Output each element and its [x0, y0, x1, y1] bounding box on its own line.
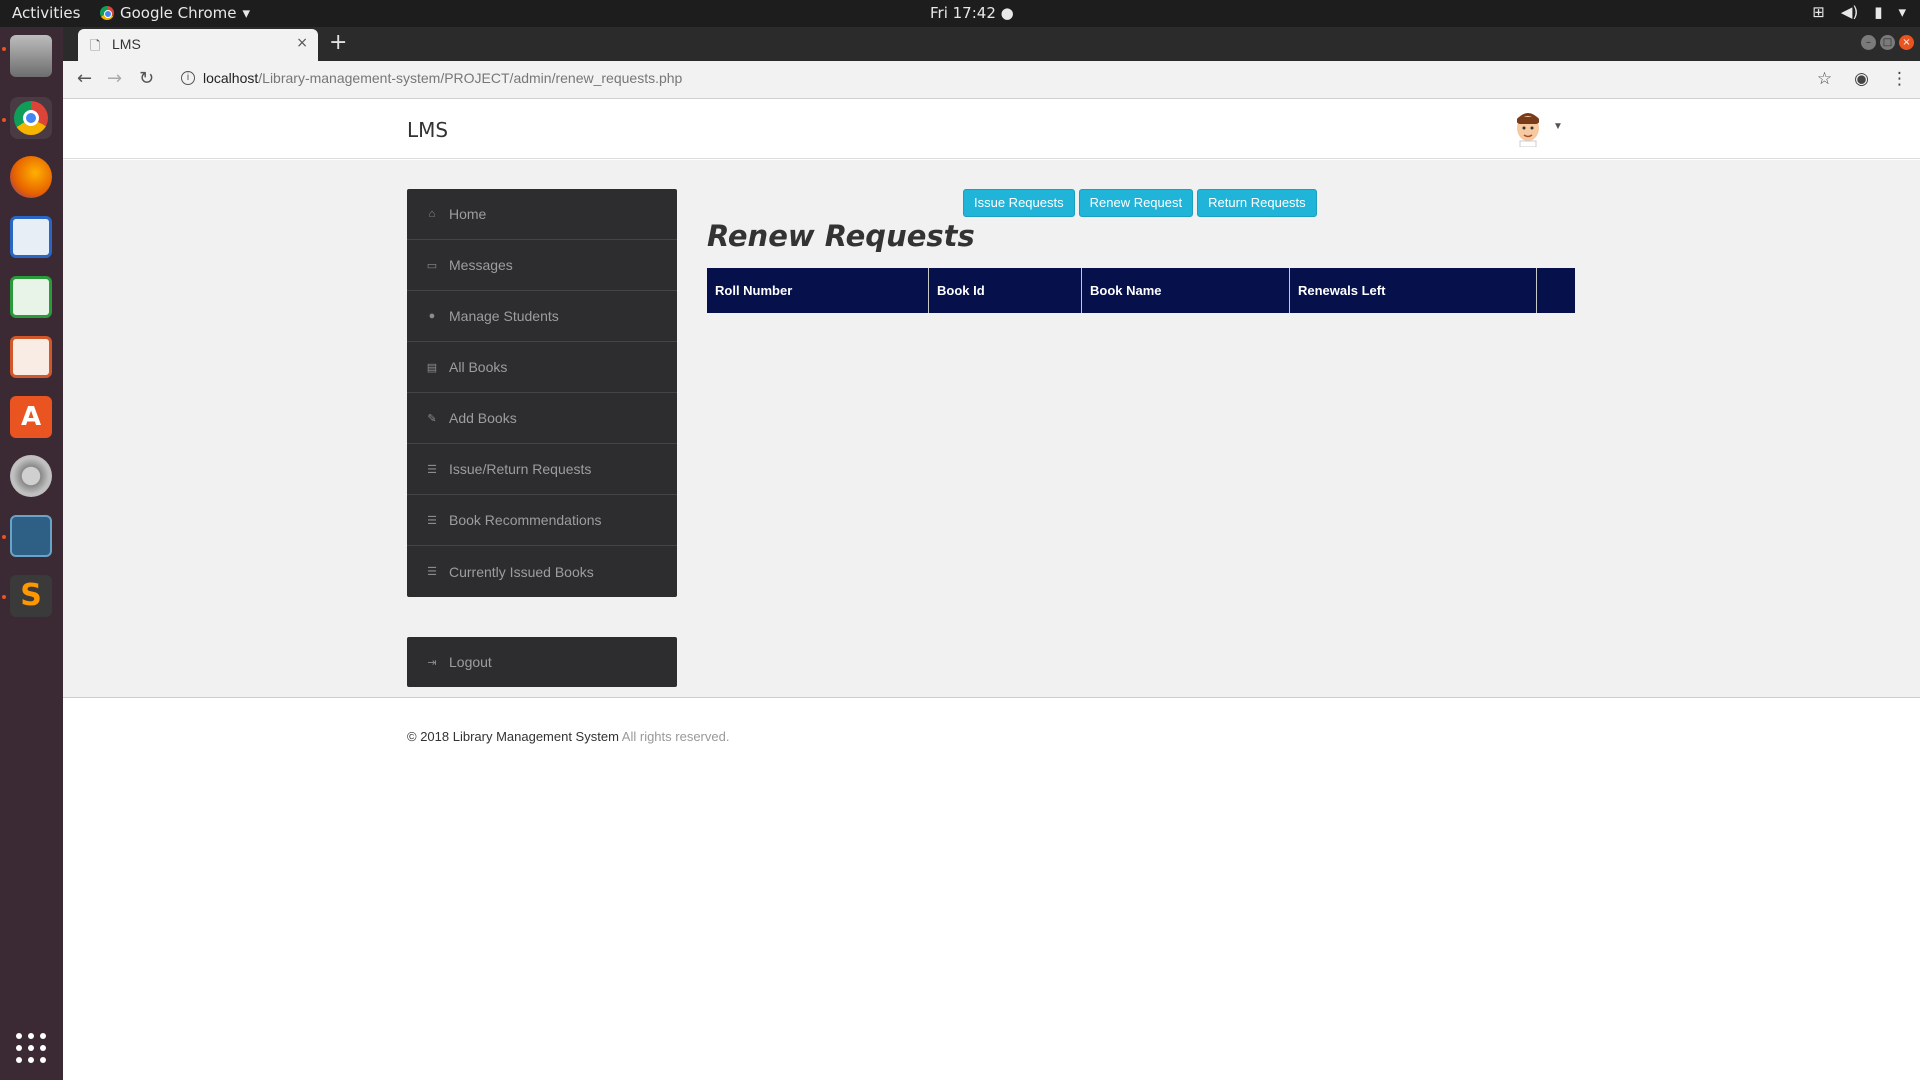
volume-icon: ◀) [1840, 3, 1859, 21]
address-bar[interactable]: i localhost /Library-management-system/P… [181, 70, 682, 86]
renew-requests-table-header: Roll Number Book Id Book Name Renewals L… [707, 268, 1575, 313]
sidebar-item-label: Home [449, 206, 487, 222]
tab-title: LMS [112, 36, 141, 52]
brand-logo[interactable]: LMS [407, 118, 448, 142]
tab-close-icon[interactable]: × [296, 35, 308, 51]
document-icon: 🗋 [90, 39, 101, 54]
issue-requests-button[interactable]: Issue Requests [963, 189, 1075, 217]
list-icon: ☰ [427, 566, 437, 578]
site-header: LMS ▼ [63, 99, 1920, 159]
minimize-button[interactable]: – [1861, 35, 1876, 50]
sidebar-nav: ⌂ Home ▭ Messages ● Manage Students ▤ Al… [407, 189, 677, 597]
writer-icon[interactable] [10, 216, 52, 258]
footer-rights: All rights reserved. [618, 729, 730, 744]
page-title: Renew Requests [707, 219, 975, 253]
sidebar-item-messages[interactable]: ▭ Messages [407, 240, 677, 291]
calc-icon[interactable] [10, 276, 52, 318]
browser-toolbar: ← → ↻ i localhost /Library-management-sy… [63, 61, 1920, 99]
list-icon: ☰ [427, 514, 437, 527]
return-requests-button[interactable]: Return Requests [1197, 189, 1317, 217]
sidebar-item-issue-return-requests[interactable]: ☰ Issue/Return Requests [407, 444, 677, 495]
mysql-workbench-icon[interactable] [10, 515, 52, 557]
dock: A S [0, 27, 63, 1080]
footer-copyright: © 2018 Library Management System [407, 729, 619, 744]
column-header-renewals-left: Renewals Left [1290, 268, 1537, 313]
firefox-icon[interactable] [10, 156, 52, 198]
book-icon: ▤ [426, 361, 438, 374]
sidebar-item-label: All Books [449, 359, 508, 375]
browser-tab-strip: 🗋 LMS × + – □ × [63, 27, 1920, 61]
reload-icon[interactable]: ↻ [139, 68, 154, 89]
window-controls: – □ × [1861, 35, 1914, 50]
column-header-book-id: Book Id [929, 268, 1082, 313]
running-indicator [2, 595, 6, 599]
sidebar-item-label: Messages [449, 257, 513, 273]
chevron-down-icon: ▾ [1898, 3, 1906, 21]
sidebar-item-book-recommendations[interactable]: ☰ Book Recommendations [407, 495, 677, 546]
software-center-icon[interactable]: A [10, 396, 52, 438]
profile-icon[interactable]: ◉ [1854, 69, 1869, 89]
column-header-book-name: Book Name [1082, 268, 1290, 313]
clock[interactable]: Fri 17:42 ● [930, 4, 1014, 22]
activities-button[interactable]: Activities [12, 4, 80, 22]
sidebar-item-label: Add Books [449, 410, 517, 426]
files-icon[interactable] [10, 35, 52, 77]
user-menu-caret-icon[interactable]: ▼ [1553, 121, 1563, 132]
browser-tab[interactable]: 🗋 LMS × [78, 29, 318, 61]
new-tab-button[interactable]: + [329, 30, 347, 55]
close-window-button[interactable]: × [1899, 35, 1914, 50]
sidebar-item-currently-issued-books[interactable]: ☰ Currently Issued Books [407, 546, 677, 597]
sidebar-item-label: Issue/Return Requests [449, 461, 592, 477]
impress-icon[interactable] [10, 336, 52, 378]
sidebar-item-label: Book Recommendations [449, 512, 602, 528]
sidebar-item-all-books[interactable]: ▤ All Books [407, 342, 677, 393]
sublime-text-icon[interactable]: S [10, 575, 52, 617]
url-path: /Library-management-system/PROJECT/admin… [258, 70, 683, 86]
inbox-icon: ▭ [426, 259, 438, 272]
settings-gear-icon[interactable] [10, 455, 52, 497]
sidebar-item-home[interactable]: ⌂ Home [407, 189, 677, 240]
home-icon: ⌂ [428, 208, 436, 220]
chevron-down-icon: ▾ [242, 4, 251, 22]
logout-button[interactable]: ⇥ Logout [407, 637, 677, 687]
footer: © 2018 Library Management System All rig… [407, 729, 729, 744]
edit-icon: ✎ [427, 412, 437, 425]
chrome-icon [100, 6, 114, 20]
menu-kebab-icon[interactable]: ⋮ [1891, 69, 1908, 89]
column-header-roll-number: Roll Number [707, 268, 929, 313]
sidebar-item-manage-students[interactable]: ● Manage Students [407, 291, 677, 342]
main-content-area: ⌂ Home ▭ Messages ● Manage Students ▤ Al… [63, 160, 1920, 698]
sidebar-item-add-books[interactable]: ✎ Add Books [407, 393, 677, 444]
user-avatar-icon[interactable] [1511, 111, 1545, 147]
app-menu-label: Google Chrome [120, 4, 237, 22]
forward-icon[interactable]: → [107, 68, 122, 89]
running-indicator [2, 535, 6, 539]
logout-label: Logout [449, 654, 492, 670]
sign-out-icon: ⇥ [427, 656, 437, 669]
request-type-buttons: Issue Requests Renew Request Return Requ… [963, 189, 1317, 217]
battery-icon: ▮ [1874, 3, 1883, 21]
chrome-dock-icon[interactable] [10, 97, 52, 139]
running-indicator [2, 118, 6, 122]
user-icon: ● [428, 310, 436, 322]
system-tray[interactable]: ⊞ ◀) ▮ ▾ [1812, 3, 1906, 21]
running-indicator [2, 47, 6, 51]
list-icon: ☰ [427, 463, 437, 476]
renew-request-button[interactable]: Renew Request [1078, 189, 1194, 217]
system-top-bar: Activities Google Chrome ▾ Fri 17:42 ● ⊞… [0, 0, 1920, 27]
show-applications-icon[interactable] [16, 1033, 46, 1063]
bookmark-star-icon[interactable]: ☆ [1817, 69, 1832, 89]
app-menu[interactable]: Google Chrome ▾ [100, 4, 250, 22]
maximize-button[interactable]: □ [1880, 35, 1895, 50]
web-page: LMS ▼ ⌂ Home ▭ Messages ● Manage Student… [63, 99, 1920, 1080]
network-icon: ⊞ [1812, 3, 1825, 21]
column-header-action [1537, 268, 1575, 313]
sidebar-item-label: Currently Issued Books [449, 563, 594, 580]
back-icon[interactable]: ← [77, 68, 92, 89]
sidebar-item-label: Manage Students [449, 308, 559, 324]
url-host: localhost [203, 70, 259, 86]
toolbar-right: ☆ ◉ ⋮ [1817, 69, 1908, 89]
info-icon[interactable]: i [181, 71, 195, 85]
